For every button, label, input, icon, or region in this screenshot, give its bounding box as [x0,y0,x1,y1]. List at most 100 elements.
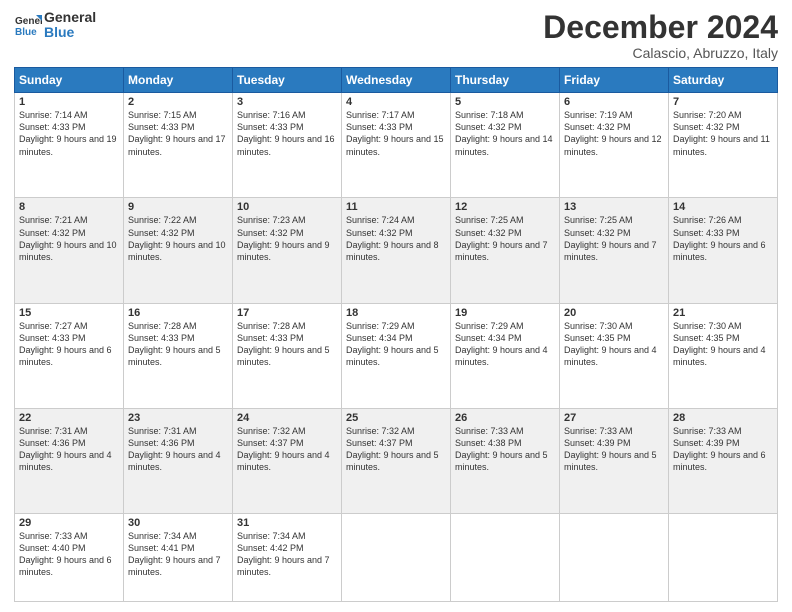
calendar-cell: 26 Sunrise: 7:33 AM Sunset: 4:38 PM Dayl… [451,408,560,513]
day-info: Sunrise: 7:32 AM Sunset: 4:37 PM Dayligh… [346,425,446,474]
month-title: December 2024 [543,10,778,45]
calendar-cell: 9 Sunrise: 7:22 AM Sunset: 4:32 PM Dayli… [124,198,233,303]
day-info: Sunrise: 7:33 AM Sunset: 4:39 PM Dayligh… [564,425,664,474]
day-info: Sunrise: 7:21 AM Sunset: 4:32 PM Dayligh… [19,214,119,263]
day-info: Sunrise: 7:25 AM Sunset: 4:32 PM Dayligh… [455,214,555,263]
day-number: 19 [455,307,555,319]
day-number: 31 [237,517,337,529]
calendar-body: 1 Sunrise: 7:14 AM Sunset: 4:33 PM Dayli… [15,93,778,602]
svg-text:Blue: Blue [15,27,37,38]
day-info: Sunrise: 7:24 AM Sunset: 4:32 PM Dayligh… [346,214,446,263]
calendar-cell [451,513,560,601]
day-info: Sunrise: 7:17 AM Sunset: 4:33 PM Dayligh… [346,109,446,158]
day-number: 4 [346,96,446,108]
day-number: 1 [19,96,119,108]
day-info: Sunrise: 7:23 AM Sunset: 4:32 PM Dayligh… [237,214,337,263]
calendar-day-header: Friday [560,68,669,93]
day-info: Sunrise: 7:25 AM Sunset: 4:32 PM Dayligh… [564,214,664,263]
logo: General Blue General Blue [14,10,96,41]
calendar-cell: 28 Sunrise: 7:33 AM Sunset: 4:39 PM Dayl… [669,408,778,513]
calendar-cell: 12 Sunrise: 7:25 AM Sunset: 4:32 PM Dayl… [451,198,560,303]
calendar-cell: 8 Sunrise: 7:21 AM Sunset: 4:32 PM Dayli… [15,198,124,303]
day-number: 21 [673,307,773,319]
day-number: 22 [19,412,119,424]
location: Calascio, Abruzzo, Italy [543,45,778,61]
calendar-day-header: Monday [124,68,233,93]
calendar-cell: 13 Sunrise: 7:25 AM Sunset: 4:32 PM Dayl… [560,198,669,303]
calendar-cell: 22 Sunrise: 7:31 AM Sunset: 4:36 PM Dayl… [15,408,124,513]
title-area: December 2024 Calascio, Abruzzo, Italy [543,10,778,61]
day-number: 26 [455,412,555,424]
page: General Blue General Blue December 2024 … [0,0,792,612]
day-number: 12 [455,201,555,213]
day-number: 8 [19,201,119,213]
calendar-cell: 1 Sunrise: 7:14 AM Sunset: 4:33 PM Dayli… [15,93,124,198]
day-info: Sunrise: 7:34 AM Sunset: 4:41 PM Dayligh… [128,530,228,579]
day-info: Sunrise: 7:34 AM Sunset: 4:42 PM Dayligh… [237,530,337,579]
logo-text-general: General [44,10,96,25]
day-info: Sunrise: 7:26 AM Sunset: 4:33 PM Dayligh… [673,214,773,263]
calendar-cell [560,513,669,601]
day-number: 14 [673,201,773,213]
day-number: 15 [19,307,119,319]
day-number: 25 [346,412,446,424]
calendar-cell: 24 Sunrise: 7:32 AM Sunset: 4:37 PM Dayl… [233,408,342,513]
day-info: Sunrise: 7:31 AM Sunset: 4:36 PM Dayligh… [128,425,228,474]
day-number: 5 [455,96,555,108]
calendar-cell: 2 Sunrise: 7:15 AM Sunset: 4:33 PM Dayli… [124,93,233,198]
day-number: 13 [564,201,664,213]
day-info: Sunrise: 7:22 AM Sunset: 4:32 PM Dayligh… [128,214,228,263]
day-info: Sunrise: 7:29 AM Sunset: 4:34 PM Dayligh… [346,320,446,369]
day-number: 29 [19,517,119,529]
calendar-cell: 17 Sunrise: 7:28 AM Sunset: 4:33 PM Dayl… [233,303,342,408]
day-info: Sunrise: 7:33 AM Sunset: 4:40 PM Dayligh… [19,530,119,579]
calendar-cell: 30 Sunrise: 7:34 AM Sunset: 4:41 PM Dayl… [124,513,233,601]
day-number: 3 [237,96,337,108]
calendar-cell: 27 Sunrise: 7:33 AM Sunset: 4:39 PM Dayl… [560,408,669,513]
calendar-cell: 5 Sunrise: 7:18 AM Sunset: 4:32 PM Dayli… [451,93,560,198]
day-info: Sunrise: 7:27 AM Sunset: 4:33 PM Dayligh… [19,320,119,369]
calendar-cell [342,513,451,601]
day-info: Sunrise: 7:18 AM Sunset: 4:32 PM Dayligh… [455,109,555,158]
calendar-table: SundayMondayTuesdayWednesdayThursdayFrid… [14,67,778,602]
calendar-header-row: SundayMondayTuesdayWednesdayThursdayFrid… [15,68,778,93]
day-number: 18 [346,307,446,319]
calendar-cell: 21 Sunrise: 7:30 AM Sunset: 4:35 PM Dayl… [669,303,778,408]
day-info: Sunrise: 7:28 AM Sunset: 4:33 PM Dayligh… [237,320,337,369]
day-number: 2 [128,96,228,108]
day-number: 30 [128,517,228,529]
calendar-cell: 10 Sunrise: 7:23 AM Sunset: 4:32 PM Dayl… [233,198,342,303]
day-info: Sunrise: 7:14 AM Sunset: 4:33 PM Dayligh… [19,109,119,158]
calendar-cell: 25 Sunrise: 7:32 AM Sunset: 4:37 PM Dayl… [342,408,451,513]
calendar-cell: 3 Sunrise: 7:16 AM Sunset: 4:33 PM Dayli… [233,93,342,198]
day-number: 24 [237,412,337,424]
day-info: Sunrise: 7:15 AM Sunset: 4:33 PM Dayligh… [128,109,228,158]
day-number: 10 [237,201,337,213]
calendar-cell: 4 Sunrise: 7:17 AM Sunset: 4:33 PM Dayli… [342,93,451,198]
calendar-cell: 16 Sunrise: 7:28 AM Sunset: 4:33 PM Dayl… [124,303,233,408]
logo-text-blue: Blue [44,25,96,40]
day-info: Sunrise: 7:33 AM Sunset: 4:39 PM Dayligh… [673,425,773,474]
calendar-cell [669,513,778,601]
day-info: Sunrise: 7:20 AM Sunset: 4:32 PM Dayligh… [673,109,773,158]
day-info: Sunrise: 7:33 AM Sunset: 4:38 PM Dayligh… [455,425,555,474]
day-number: 27 [564,412,664,424]
calendar-day-header: Wednesday [342,68,451,93]
day-info: Sunrise: 7:31 AM Sunset: 4:36 PM Dayligh… [19,425,119,474]
calendar-cell: 6 Sunrise: 7:19 AM Sunset: 4:32 PM Dayli… [560,93,669,198]
calendar-cell: 7 Sunrise: 7:20 AM Sunset: 4:32 PM Dayli… [669,93,778,198]
day-info: Sunrise: 7:19 AM Sunset: 4:32 PM Dayligh… [564,109,664,158]
calendar-day-header: Saturday [669,68,778,93]
calendar-cell: 31 Sunrise: 7:34 AM Sunset: 4:42 PM Dayl… [233,513,342,601]
svg-text:General: General [15,16,42,27]
day-number: 17 [237,307,337,319]
day-info: Sunrise: 7:16 AM Sunset: 4:33 PM Dayligh… [237,109,337,158]
calendar-cell: 29 Sunrise: 7:33 AM Sunset: 4:40 PM Dayl… [15,513,124,601]
day-number: 16 [128,307,228,319]
calendar-day-header: Tuesday [233,68,342,93]
day-info: Sunrise: 7:32 AM Sunset: 4:37 PM Dayligh… [237,425,337,474]
day-info: Sunrise: 7:30 AM Sunset: 4:35 PM Dayligh… [564,320,664,369]
day-number: 23 [128,412,228,424]
day-number: 11 [346,201,446,213]
day-number: 9 [128,201,228,213]
